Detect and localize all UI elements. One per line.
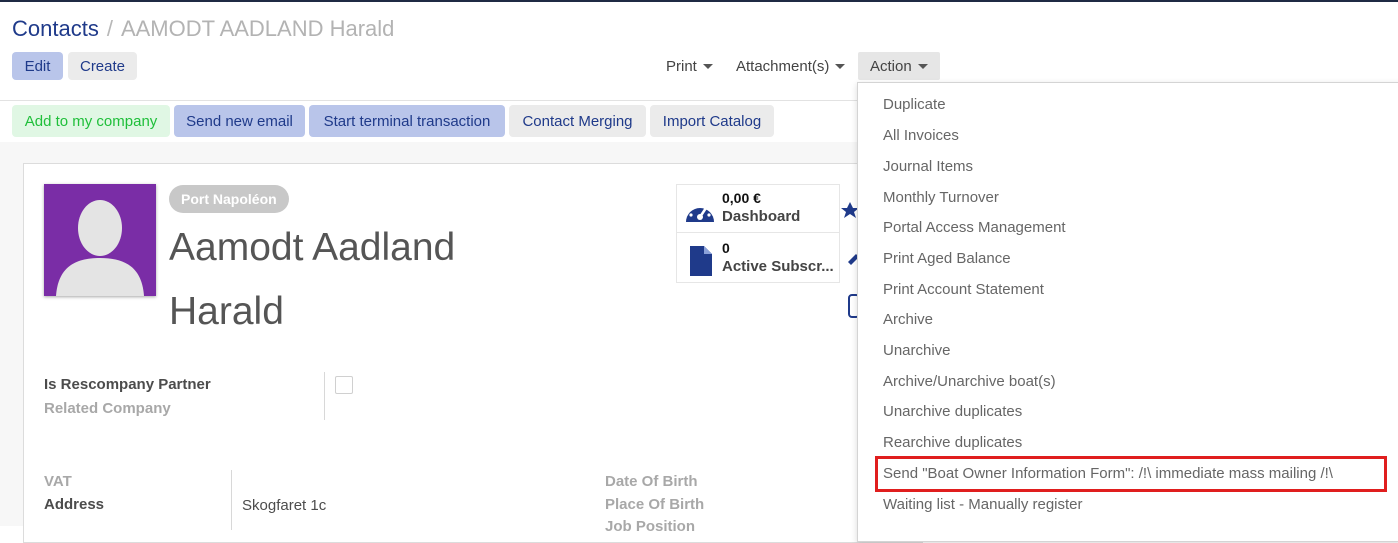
dashboard-smart-button[interactable]: 0,00 € Dashboard [676,184,840,233]
menu-item-all-invoices[interactable]: All Invoices [883,127,959,144]
add-to-my-company-button[interactable]: Add to my company [12,105,170,137]
avatar[interactable] [44,184,156,296]
partner-name-line1[interactable]: Aamodt Aadland [169,226,455,270]
menu-item-unarchive[interactable]: Unarchive [883,342,951,359]
active-subscriptions-label: Active Subscr... [722,258,834,275]
vat-label: VAT [44,473,72,490]
active-subscriptions-smart-button[interactable]: 0 Active Subscr... [676,234,840,283]
menu-item-rearchive-duplicates[interactable]: Rearchive duplicates [883,434,1022,451]
partner-tag: Port Napoléon [169,185,289,213]
contact-merging-button[interactable]: Contact Merging [509,105,646,137]
print-dropdown[interactable]: Print [660,52,719,80]
address-label: Address [44,496,105,513]
caret-down-icon [917,63,928,69]
breadcrumb: Contacts / AAMODT AADLAND Harald [12,16,394,42]
action-dropdown[interactable]: Action [858,52,940,80]
breadcrumb-current: AAMODT AADLAND Harald [120,16,395,41]
menu-item-monthly-turnover[interactable]: Monthly Turnover [883,189,999,206]
document-icon [690,246,712,276]
print-label: Print [666,57,697,75]
menu-item-portal-access[interactable]: Portal Access Management [883,219,1066,236]
breadcrumb-contacts-link[interactable]: Contacts [12,16,99,41]
menu-item-archive[interactable]: Archive [883,311,933,328]
is-rescompany-partner-label: Is Rescompany Partner [44,376,211,393]
dashboard-value: 0,00 € [722,190,761,206]
menu-item-waiting-list-register[interactable]: Waiting list - Manually register [883,496,1083,513]
attachments-dropdown[interactable]: Attachment(s) [730,52,851,80]
caret-down-icon [702,63,713,69]
breadcrumb-separator: / [106,16,113,41]
dashboard-gauge-icon [686,202,714,222]
address-value[interactable]: Skogfaret 1c [242,497,326,514]
edit-button[interactable]: Edit [12,52,63,80]
menu-item-duplicate[interactable]: Duplicate [883,96,946,113]
person-silhouette-icon [56,200,144,296]
partner-name-line2[interactable]: Harald [169,290,284,334]
attachments-label: Attachment(s) [736,57,830,75]
action-label: Action [870,57,912,75]
place-of-birth-label: Place Of Birth [605,496,705,513]
create-button[interactable]: Create [68,52,137,80]
menu-item-print-account-statement[interactable]: Print Account Statement [883,281,1044,298]
menu-item-archive-unarchive-boats[interactable]: Archive/Unarchive boat(s) [883,373,1056,390]
job-position-label: Job Position [605,518,695,535]
import-catalog-button[interactable]: Import Catalog [650,105,774,137]
related-company-label: Related Company [44,400,171,417]
active-subscriptions-value: 0 [722,240,730,256]
dashboard-label: Dashboard [722,208,801,225]
send-new-email-button[interactable]: Send new email [174,105,305,137]
date-of-birth-label: Date Of Birth [605,473,698,490]
start-terminal-transaction-button[interactable]: Start terminal transaction [309,105,505,137]
highlight-box [875,456,1387,492]
field-separator [324,372,325,420]
menu-item-unarchive-duplicates[interactable]: Unarchive duplicates [883,403,1022,420]
menu-item-journal-items[interactable]: Journal Items [883,158,973,175]
is-rescompany-partner-checkbox[interactable] [335,376,353,394]
caret-down-icon [835,63,846,69]
field-separator [231,470,232,530]
menu-item-print-aged-balance[interactable]: Print Aged Balance [883,250,1011,267]
top-border [0,0,1398,2]
